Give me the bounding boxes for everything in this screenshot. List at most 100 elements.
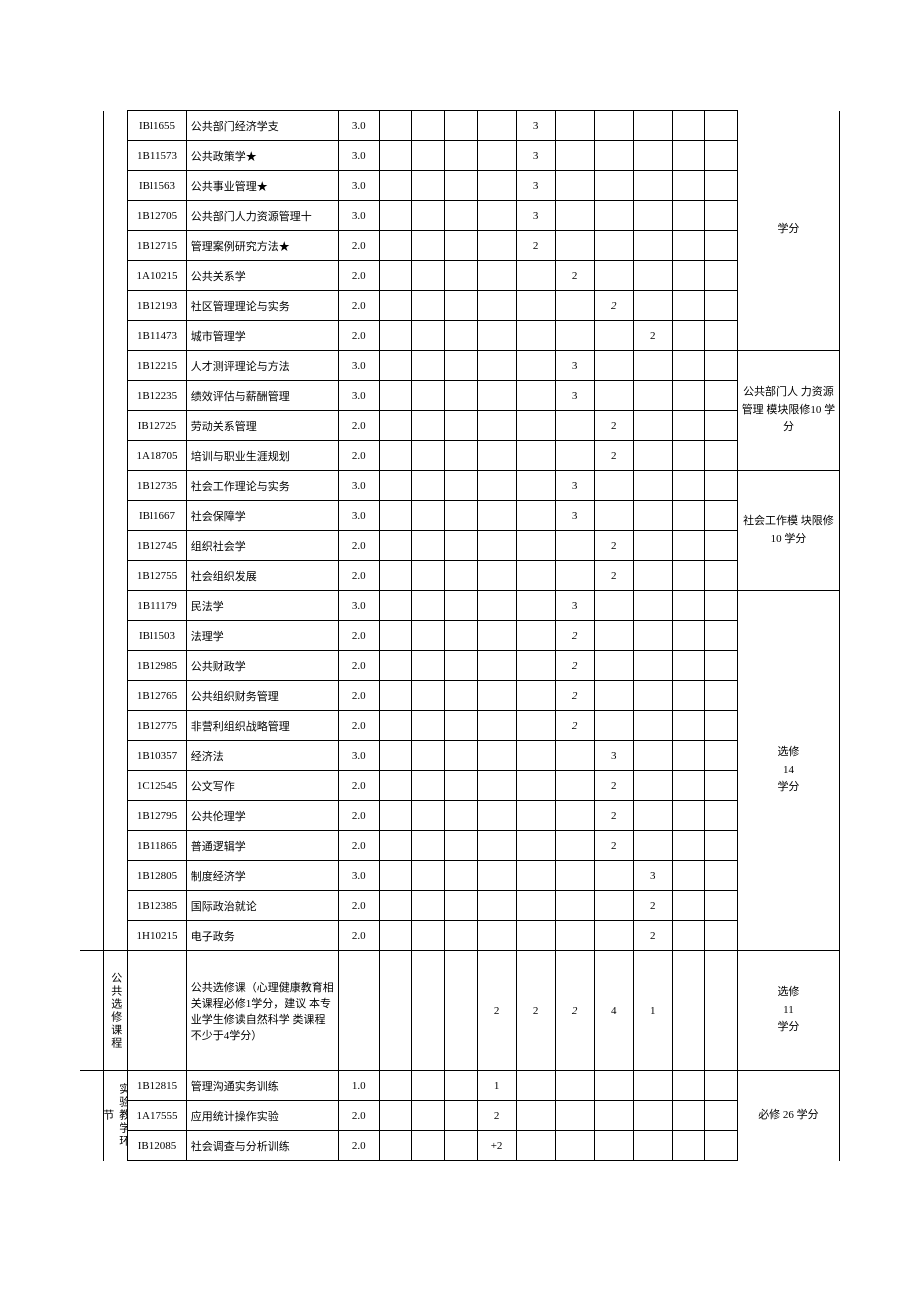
sem8-cell: [633, 141, 672, 171]
sem7-cell: [594, 321, 633, 351]
course-code: 1B12235: [128, 381, 187, 411]
public-elective-note: 公共选修课（心理健康教育相关课程必修1学分，建议 本专业学生修读自然科学 类课程…: [186, 951, 338, 1071]
sem8-cell: [633, 801, 672, 831]
course-code: IBl1667: [128, 501, 187, 531]
sem4-cell: [477, 591, 516, 621]
sem6-cell: [555, 801, 594, 831]
course-credit: 3.0: [338, 351, 379, 381]
course-code: 1B12705: [128, 201, 187, 231]
course-code: 1A10215: [128, 261, 187, 291]
sem8-cell: [633, 351, 672, 381]
sem6-cell: [555, 141, 594, 171]
course-credit: 2.0: [338, 1131, 379, 1161]
course-code: 1B12775: [128, 711, 187, 741]
course-name: 管理案例研究方法★: [186, 231, 338, 261]
public-elective-row: 公共选修课程公共选修课（心理健康教育相关课程必修1学分，建议 本专业学生修读自然…: [80, 951, 840, 1071]
sem4-cell: [477, 471, 516, 501]
course-credit: 2.0: [338, 891, 379, 921]
course-name: 公共部门经济学支: [186, 111, 338, 141]
sem8-cell: [633, 471, 672, 501]
sem6-cell: [555, 921, 594, 951]
course-credit: 3.0: [338, 501, 379, 531]
sem8-cell: [633, 741, 672, 771]
sem4-cell: [477, 741, 516, 771]
sem8-cell: [633, 561, 672, 591]
course-name: 公共事业管理★: [186, 171, 338, 201]
course-code: 1B12215: [128, 351, 187, 381]
sem5-cell: [516, 501, 555, 531]
category-col1-exp: [80, 1071, 104, 1161]
notes-g2: 公共部门人 力资源管理 模块限修10 学分: [737, 351, 839, 471]
course-name: 法理学: [186, 621, 338, 651]
course-credit: 2.0: [338, 261, 379, 291]
sem4-cell: [477, 861, 516, 891]
table-row: 实验教学环节1B12815管理沟通实务训练1.01必修 26 学分: [80, 1071, 840, 1101]
sem8-cell: [633, 1131, 672, 1161]
course-credit: 3.0: [338, 381, 379, 411]
course-name: 经济法: [186, 741, 338, 771]
sem4-cell: +2: [477, 1131, 516, 1161]
sem5-cell: [516, 711, 555, 741]
sem6-cell: [555, 1071, 594, 1101]
course-name: 公共关系学: [186, 261, 338, 291]
sem8-cell: [633, 771, 672, 801]
sem8-cell: [633, 411, 672, 441]
sem5-cell: [516, 561, 555, 591]
sem7-cell: [594, 1071, 633, 1101]
sem5-cell: [516, 651, 555, 681]
course-credit: 2.0: [338, 411, 379, 441]
course-credit: 3.0: [338, 861, 379, 891]
sem8-cell: [633, 171, 672, 201]
sem6-cell: 2: [555, 261, 594, 291]
sem8-cell: [633, 681, 672, 711]
sem5-cell: [516, 1071, 555, 1101]
sem4-cell: [477, 201, 516, 231]
table-row: 1B11179民法学3.03选修14学分: [80, 591, 840, 621]
sem8-cell: [633, 111, 672, 141]
sem5-cell: [516, 681, 555, 711]
table-row: 1B12775非营利组织战略管理2.02: [80, 711, 840, 741]
sem6-cell: 2: [555, 651, 594, 681]
course-name: 社会调查与分析训练: [186, 1131, 338, 1161]
sem4-cell: [477, 891, 516, 921]
table-row: 1B12795公共伦理学2.02: [80, 801, 840, 831]
sem8-cell: [633, 831, 672, 861]
course-code: 1B12985: [128, 651, 187, 681]
course-code: 1B12755: [128, 561, 187, 591]
notes-g4: 选修14学分: [737, 591, 839, 951]
sem8-cell: [633, 591, 672, 621]
course-code: 1B12765: [128, 681, 187, 711]
sem6-cell: 3: [555, 351, 594, 381]
table-row: 1A17555应用统计操作实验2.02: [80, 1101, 840, 1131]
sem4-cell: [477, 771, 516, 801]
course-credit: 3.0: [338, 741, 379, 771]
sem7-cell: [594, 681, 633, 711]
sem4-cell: [477, 351, 516, 381]
course-credit: 2.0: [338, 711, 379, 741]
course-code: 1B12745: [128, 531, 187, 561]
sem7-cell: [594, 171, 633, 201]
category-experiment: 实验教学环节: [104, 1071, 128, 1161]
sem5-cell: [516, 441, 555, 471]
course-credit: 3.0: [338, 591, 379, 621]
course-credit: 3.0: [338, 471, 379, 501]
course-name: 城市管理学: [186, 321, 338, 351]
notes-g1: 学分: [737, 111, 839, 351]
sem6-cell: [555, 231, 594, 261]
course-name: 非营利组织战略管理: [186, 711, 338, 741]
course-code: 1B12805: [128, 861, 187, 891]
sem7-cell: 2: [594, 561, 633, 591]
course-name: 社会组织发展: [186, 561, 338, 591]
table-row: 1B12985公共财政学2.02: [80, 651, 840, 681]
table-row: 1A10215公共关系学2.0 2: [80, 261, 840, 291]
sem7-cell: [594, 891, 633, 921]
table-row: 1B12715管理案例研究方法★2.02: [80, 231, 840, 261]
sem6-cell: [555, 771, 594, 801]
table-row: 1B11473城市管理学2.02: [80, 321, 840, 351]
course-code: 1B12715: [128, 231, 187, 261]
sem6-cell: [555, 831, 594, 861]
table-row: IB12725劳动关系管理2.02: [80, 411, 840, 441]
table-row: 1B11573公共政策学★3.03: [80, 141, 840, 171]
sem8-cell: [633, 651, 672, 681]
table-row: 1B12705公共部门人力资源管理十3.03: [80, 201, 840, 231]
